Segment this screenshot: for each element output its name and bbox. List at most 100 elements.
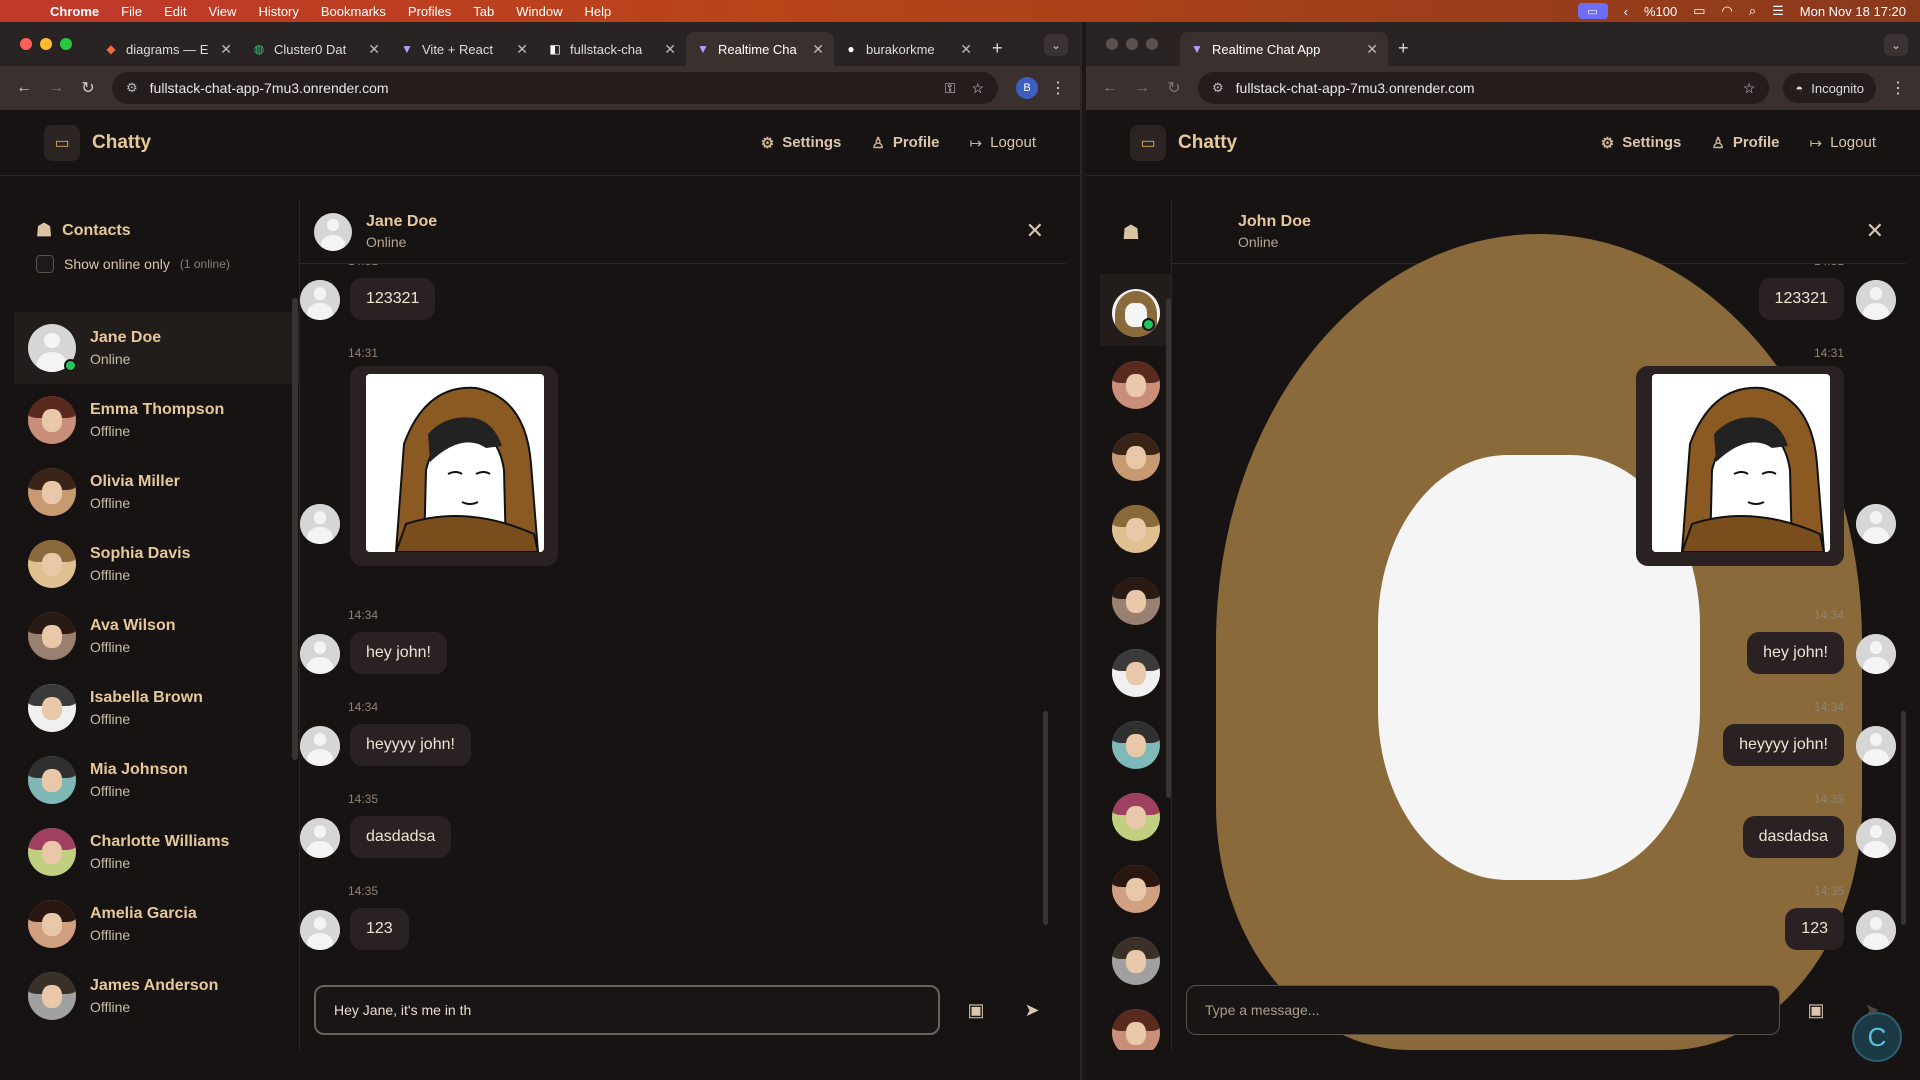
zoom-window-button[interactable]: [60, 38, 72, 50]
contact-item[interactable]: Olivia Miller Offline: [14, 456, 299, 528]
hooded-figure-image[interactable]: [366, 374, 544, 552]
tab-render[interactable]: ◧ fullstack-cha ✕: [538, 32, 686, 66]
close-window-button[interactable]: [1106, 38, 1118, 50]
menu-edit[interactable]: Edit: [164, 4, 186, 19]
profile-button[interactable]: ♙ Profile: [871, 134, 939, 152]
contact-avatar-item[interactable]: [1100, 778, 1171, 850]
contact-avatar-item[interactable]: [1100, 922, 1171, 994]
send-icon[interactable]: ➤: [1012, 1000, 1052, 1021]
contact-item[interactable]: Ava Wilson Offline: [14, 600, 299, 672]
tab-search-icon[interactable]: ⌄: [1884, 34, 1908, 56]
close-window-button[interactable]: [20, 38, 32, 50]
messages-scrollbar[interactable]: [1043, 711, 1048, 925]
forward-icon[interactable]: →: [42, 79, 70, 97]
online-only-checkbox[interactable]: [36, 255, 54, 273]
menu-file[interactable]: File: [121, 4, 142, 19]
menubar-datetime[interactable]: Mon Nov 18 17:20: [1800, 4, 1906, 19]
chevron-left-icon[interactable]: ‹: [1624, 4, 1628, 19]
sidebar-scrollbar[interactable]: [292, 298, 298, 760]
back-icon[interactable]: ←: [1096, 79, 1124, 97]
contact-avatar-item[interactable]: [1100, 634, 1171, 706]
menu-window[interactable]: Window: [516, 4, 562, 19]
address-bar[interactable]: ⚙ fullstack-chat-app-7mu3.onrender.com ⚿…: [112, 72, 998, 104]
close-chat-icon[interactable]: ✕: [1026, 218, 1044, 244]
hooded-figure-image[interactable]: [1652, 374, 1830, 552]
chat-icon[interactable]: ▭: [1130, 124, 1166, 161]
spotlight-icon[interactable]: ⌕: [1749, 3, 1756, 19]
profile-button[interactable]: ♙ Profile: [1711, 134, 1779, 152]
contact-avatar-item[interactable]: [1100, 274, 1171, 346]
contact-avatar-item[interactable]: [1100, 706, 1171, 778]
menu-bookmarks[interactable]: Bookmarks: [321, 4, 386, 19]
site-info-icon[interactable]: ⚙: [1212, 80, 1224, 96]
menu-history[interactable]: History: [258, 4, 298, 19]
close-icon[interactable]: ✕: [664, 41, 676, 58]
password-key-icon[interactable]: ⚿: [945, 80, 956, 97]
brand-name[interactable]: Chatty: [1178, 132, 1571, 154]
new-tab-icon[interactable]: +: [992, 38, 1003, 59]
image-message[interactable]: [350, 366, 558, 566]
tab-diagrams[interactable]: ◆ diagrams — E ✕: [94, 32, 242, 66]
chat-icon[interactable]: ▭: [44, 124, 80, 161]
close-icon[interactable]: ✕: [960, 41, 972, 58]
bookmark-star-icon[interactable]: ☆: [971, 80, 984, 97]
contact-avatar-item[interactable]: [1100, 850, 1171, 922]
screen-icon[interactable]: ▭: [1577, 3, 1608, 19]
close-icon[interactable]: ✕: [516, 41, 528, 58]
menu-help[interactable]: Help: [585, 4, 612, 19]
bookmark-star-icon[interactable]: ☆: [1743, 80, 1756, 97]
logout-button[interactable]: ↦ Logout: [970, 134, 1036, 152]
contact-avatar-item[interactable]: [1100, 346, 1171, 418]
assistant-icon[interactable]: C: [1852, 1012, 1902, 1062]
contact-item[interactable]: Jane Doe Online: [14, 312, 299, 384]
contact-avatar-item[interactable]: [1100, 562, 1171, 634]
menu-profiles[interactable]: Profiles: [408, 4, 451, 19]
address-bar[interactable]: ⚙ fullstack-chat-app-7mu3.onrender.com ☆: [1198, 72, 1770, 104]
control-center-icon[interactable]: ☰: [1772, 3, 1784, 19]
message-input[interactable]: Hey Jane, it's me in th: [314, 985, 940, 1035]
zoom-window-button[interactable]: [1146, 38, 1158, 50]
image-icon[interactable]: ▣: [956, 1000, 996, 1021]
more-menu-icon[interactable]: ⋮: [1050, 78, 1066, 98]
tab-vite[interactable]: ▼ Vite + React ✕: [390, 32, 538, 66]
menu-app[interactable]: Chrome: [50, 4, 99, 19]
reload-icon[interactable]: ↻: [74, 78, 102, 98]
contact-item[interactable]: Mia Johnson Offline: [14, 744, 299, 816]
more-menu-icon[interactable]: ⋮: [1890, 78, 1906, 98]
tab-realtime-chat[interactable]: ▼ Realtime Cha ✕: [686, 32, 834, 66]
contact-item[interactable]: Charlotte Williams Offline: [14, 816, 299, 888]
message-input[interactable]: Type a message...: [1186, 985, 1780, 1035]
forward-icon[interactable]: →: [1128, 79, 1156, 97]
new-tab-icon[interactable]: +: [1398, 38, 1409, 59]
menu-view[interactable]: View: [208, 4, 236, 19]
brand-name[interactable]: Chatty: [92, 132, 731, 154]
minimize-window-button[interactable]: [1126, 38, 1138, 50]
tab-cluster[interactable]: ◍ Cluster0 Dat ✕: [242, 32, 390, 66]
tab-realtime-chat[interactable]: ▼ Realtime Chat App ✕: [1180, 32, 1388, 66]
contact-item[interactable]: James Anderson Offline: [14, 960, 299, 1032]
close-icon[interactable]: ✕: [812, 41, 824, 58]
contact-avatar-item[interactable]: [1100, 490, 1171, 562]
profile-avatar[interactable]: B: [1016, 77, 1038, 99]
contact-item[interactable]: Isabella Brown Offline: [14, 672, 299, 744]
back-icon[interactable]: ←: [10, 79, 38, 97]
tab-github[interactable]: ● burakorkme ✕: [834, 32, 982, 66]
online-filter[interactable]: Show online only (1 online): [36, 255, 277, 273]
contact-item[interactable]: Amelia Garcia Offline: [14, 888, 299, 960]
menu-tab[interactable]: Tab: [473, 4, 494, 19]
settings-button[interactable]: ⚙ Settings: [761, 134, 842, 152]
close-icon[interactable]: ✕: [1366, 41, 1378, 58]
close-chat-icon[interactable]: ✕: [1866, 218, 1884, 244]
url-text[interactable]: fullstack-chat-app-7mu3.onrender.com: [150, 80, 929, 96]
battery-icon[interactable]: ▭: [1693, 3, 1705, 19]
tab-search-icon[interactable]: ⌄: [1044, 34, 1068, 56]
url-text[interactable]: fullstack-chat-app-7mu3.onrender.com: [1236, 80, 1727, 96]
close-icon[interactable]: ✕: [220, 41, 232, 58]
wifi-icon[interactable]: ◠: [1721, 3, 1732, 19]
contact-avatar-item[interactable]: [1100, 994, 1171, 1050]
users-icon[interactable]: ☗: [1100, 200, 1171, 245]
incognito-badge[interactable]: ◓ Incognito: [1783, 73, 1876, 103]
contact-avatar-item[interactable]: [1100, 418, 1171, 490]
messages-scrollbar[interactable]: [1901, 711, 1906, 925]
logout-button[interactable]: ↦ Logout: [1810, 134, 1876, 152]
